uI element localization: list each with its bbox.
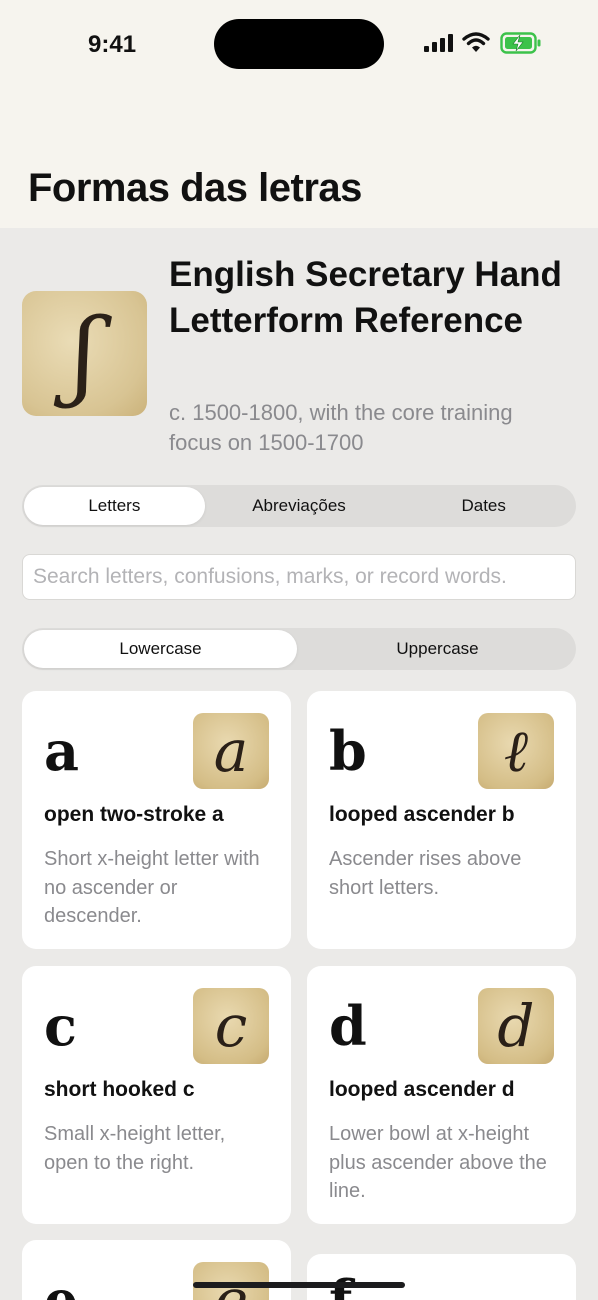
reference-subtitle: c. 1500-1800, with the core training foc… [169, 400, 513, 455]
card-title: looped ascender b [329, 803, 515, 826]
battery-charging-icon [500, 32, 541, 54]
letter-card-e[interactable]: e e [22, 1240, 291, 1300]
card-letter: b [329, 719, 367, 783]
card-thumbnail-glyph: e [193, 1262, 269, 1300]
card-thumbnail-glyph: d [497, 992, 535, 1060]
hero-thumbnail: ʃ [22, 291, 147, 416]
letter-card-c[interactable]: c c short hooked c Small x-height letter… [22, 966, 291, 1224]
home-indicator[interactable] [193, 1282, 405, 1288]
page-title: Formas das letras [28, 166, 362, 210]
case-toggle: Lowercase Uppercase [22, 628, 576, 670]
status-bar: 9:41 [0, 0, 598, 90]
section-tabs: Letters Abreviações Dates [22, 485, 576, 527]
letter-card-b[interactable]: b ℓ looped ascender b Ascender rises abo… [307, 691, 576, 949]
card-letter: e [44, 1268, 79, 1300]
letter-card-d[interactable]: d d looped ascender d Lower bowl at x-he… [307, 966, 576, 1224]
card-description: Ascender rises above short letters. [329, 848, 522, 899]
card-thumbnail-glyph: ℓ [503, 717, 529, 785]
card-thumbnail: ℓ [478, 713, 554, 789]
letter-card-a[interactable]: a a open two-stroke a Short x-height let… [22, 691, 291, 949]
tab-letters[interactable]: Letters [24, 487, 205, 525]
card-thumbnail: d [478, 988, 554, 1064]
toggle-lowercase[interactable]: Lowercase [24, 630, 297, 668]
hero-thumbnail-glyph: ʃ [71, 297, 98, 410]
cellular-signal-icon [424, 34, 453, 52]
letter-card-f[interactable]: f [307, 1254, 576, 1300]
card-description: Lower bowl at x-height plus ascender abo… [329, 1123, 547, 1202]
tab-abbreviations[interactable]: Abreviações [209, 487, 390, 525]
card-title: looped ascender d [329, 1078, 515, 1101]
card-title: open two-stroke a [44, 803, 224, 826]
tab-dates[interactable]: Dates [393, 487, 574, 525]
card-thumbnail-glyph: a [213, 717, 249, 785]
card-letter: a [44, 719, 79, 783]
reference-title: English Secretary Hand Letterform Refere… [169, 255, 562, 340]
card-title: short hooked c [44, 1078, 195, 1101]
card-thumbnail: e [193, 1262, 269, 1300]
card-thumbnail: a [193, 713, 269, 789]
status-time: 9:41 [88, 31, 137, 58]
toggle-uppercase[interactable]: Uppercase [301, 630, 574, 668]
card-description: Small x-height letter, open to the right… [44, 1123, 226, 1174]
card-letter: c [44, 994, 77, 1058]
dynamic-island [214, 19, 384, 69]
card-thumbnail-glyph: c [214, 992, 248, 1060]
card-thumbnail: c [193, 988, 269, 1064]
card-letter: d [329, 994, 367, 1058]
search-input[interactable] [22, 554, 576, 600]
wifi-icon [462, 32, 490, 52]
card-description: Short x-height letter with no ascender o… [44, 848, 260, 927]
